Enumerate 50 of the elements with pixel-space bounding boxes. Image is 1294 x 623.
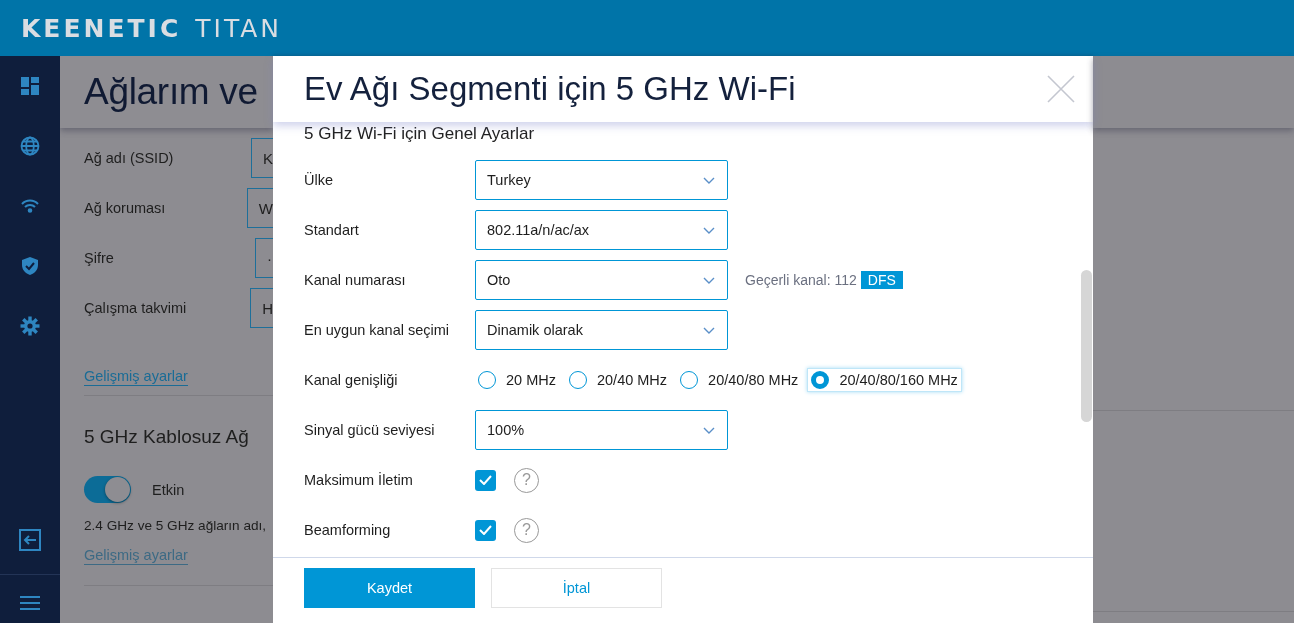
chevron-down-icon <box>703 176 715 184</box>
brand-logo: KEENETIC <box>21 13 182 43</box>
radio-option[interactable]: 20 MHz <box>474 368 560 392</box>
toggle-label: Etkin <box>152 481 185 498</box>
dropdown[interactable]: 100% <box>475 410 728 450</box>
chevron-down-icon <box>703 426 715 434</box>
check-icon <box>479 475 492 485</box>
setting-label: Beamforming <box>304 522 392 538</box>
setting-label: Ülke <box>304 172 334 188</box>
field-label: Çalışma takvimi <box>84 300 188 316</box>
field-label: Ağ koruması <box>84 200 167 216</box>
setting-label: Sinyal gücü seviyesi <box>304 422 436 438</box>
page-title: Ağlarım ve <box>84 71 258 113</box>
dfs-badge: DFS <box>860 271 903 289</box>
shield-icon[interactable] <box>20 256 40 276</box>
field-label: Şifre <box>84 250 115 266</box>
setting-label: Standart <box>304 222 360 238</box>
setting-label: Kanal numarası <box>304 272 407 288</box>
scrollbar[interactable] <box>1081 270 1092 422</box>
save-button[interactable]: Kaydet <box>304 568 475 608</box>
radio-option[interactable]: 20/40 MHz <box>564 368 672 392</box>
radio-option[interactable]: 20/40/80 MHz <box>676 368 803 392</box>
setting-label: En uygun kanal seçimi <box>304 322 451 338</box>
model-name: TITAN <box>195 13 282 43</box>
description-text: 2.4 GHz ve 5 GHz ağların adı, <box>83 517 268 533</box>
checkbox[interactable] <box>475 469 496 491</box>
current-channel-text: Geçerli kanal: 112 <box>745 272 857 288</box>
dropdown[interactable]: 802.11a/n/ac/ax <box>475 210 728 250</box>
dropdown[interactable]: Turkey <box>475 160 728 200</box>
dropdown[interactable]: Dinamik olarak <box>475 310 728 350</box>
section-title: 5 GHz Kablosuz Ağ <box>83 425 250 449</box>
check-icon <box>479 525 492 535</box>
logout-icon[interactable] <box>19 529 41 551</box>
section-title: 5 GHz Wi-Fi için Genel Ayarlar <box>304 124 536 145</box>
globe-icon[interactable] <box>20 136 40 156</box>
dropdown[interactable]: Oto <box>475 260 728 300</box>
field-label: Ağ adı (SSID) <box>84 150 175 166</box>
toggle-switch[interactable] <box>84 476 131 503</box>
chevron-down-icon <box>703 276 715 284</box>
settings-icon[interactable] <box>20 316 40 336</box>
chevron-down-icon <box>703 326 715 334</box>
chevron-down-icon <box>703 226 715 234</box>
radio-option[interactable]: 20/40/80/160 MHz <box>807 368 962 392</box>
setting-label: Maksimum İletim <box>304 472 414 488</box>
cancel-button[interactable]: İptal <box>491 568 662 608</box>
dashboard-icon[interactable] <box>20 76 40 96</box>
checkbox[interactable] <box>475 519 496 541</box>
setting-label: Kanal genişliği <box>304 372 399 388</box>
menu-icon[interactable] <box>20 595 40 611</box>
dialog-title: Ev Ağı Segmenti için 5 GHz Wi-Fi <box>304 70 796 108</box>
